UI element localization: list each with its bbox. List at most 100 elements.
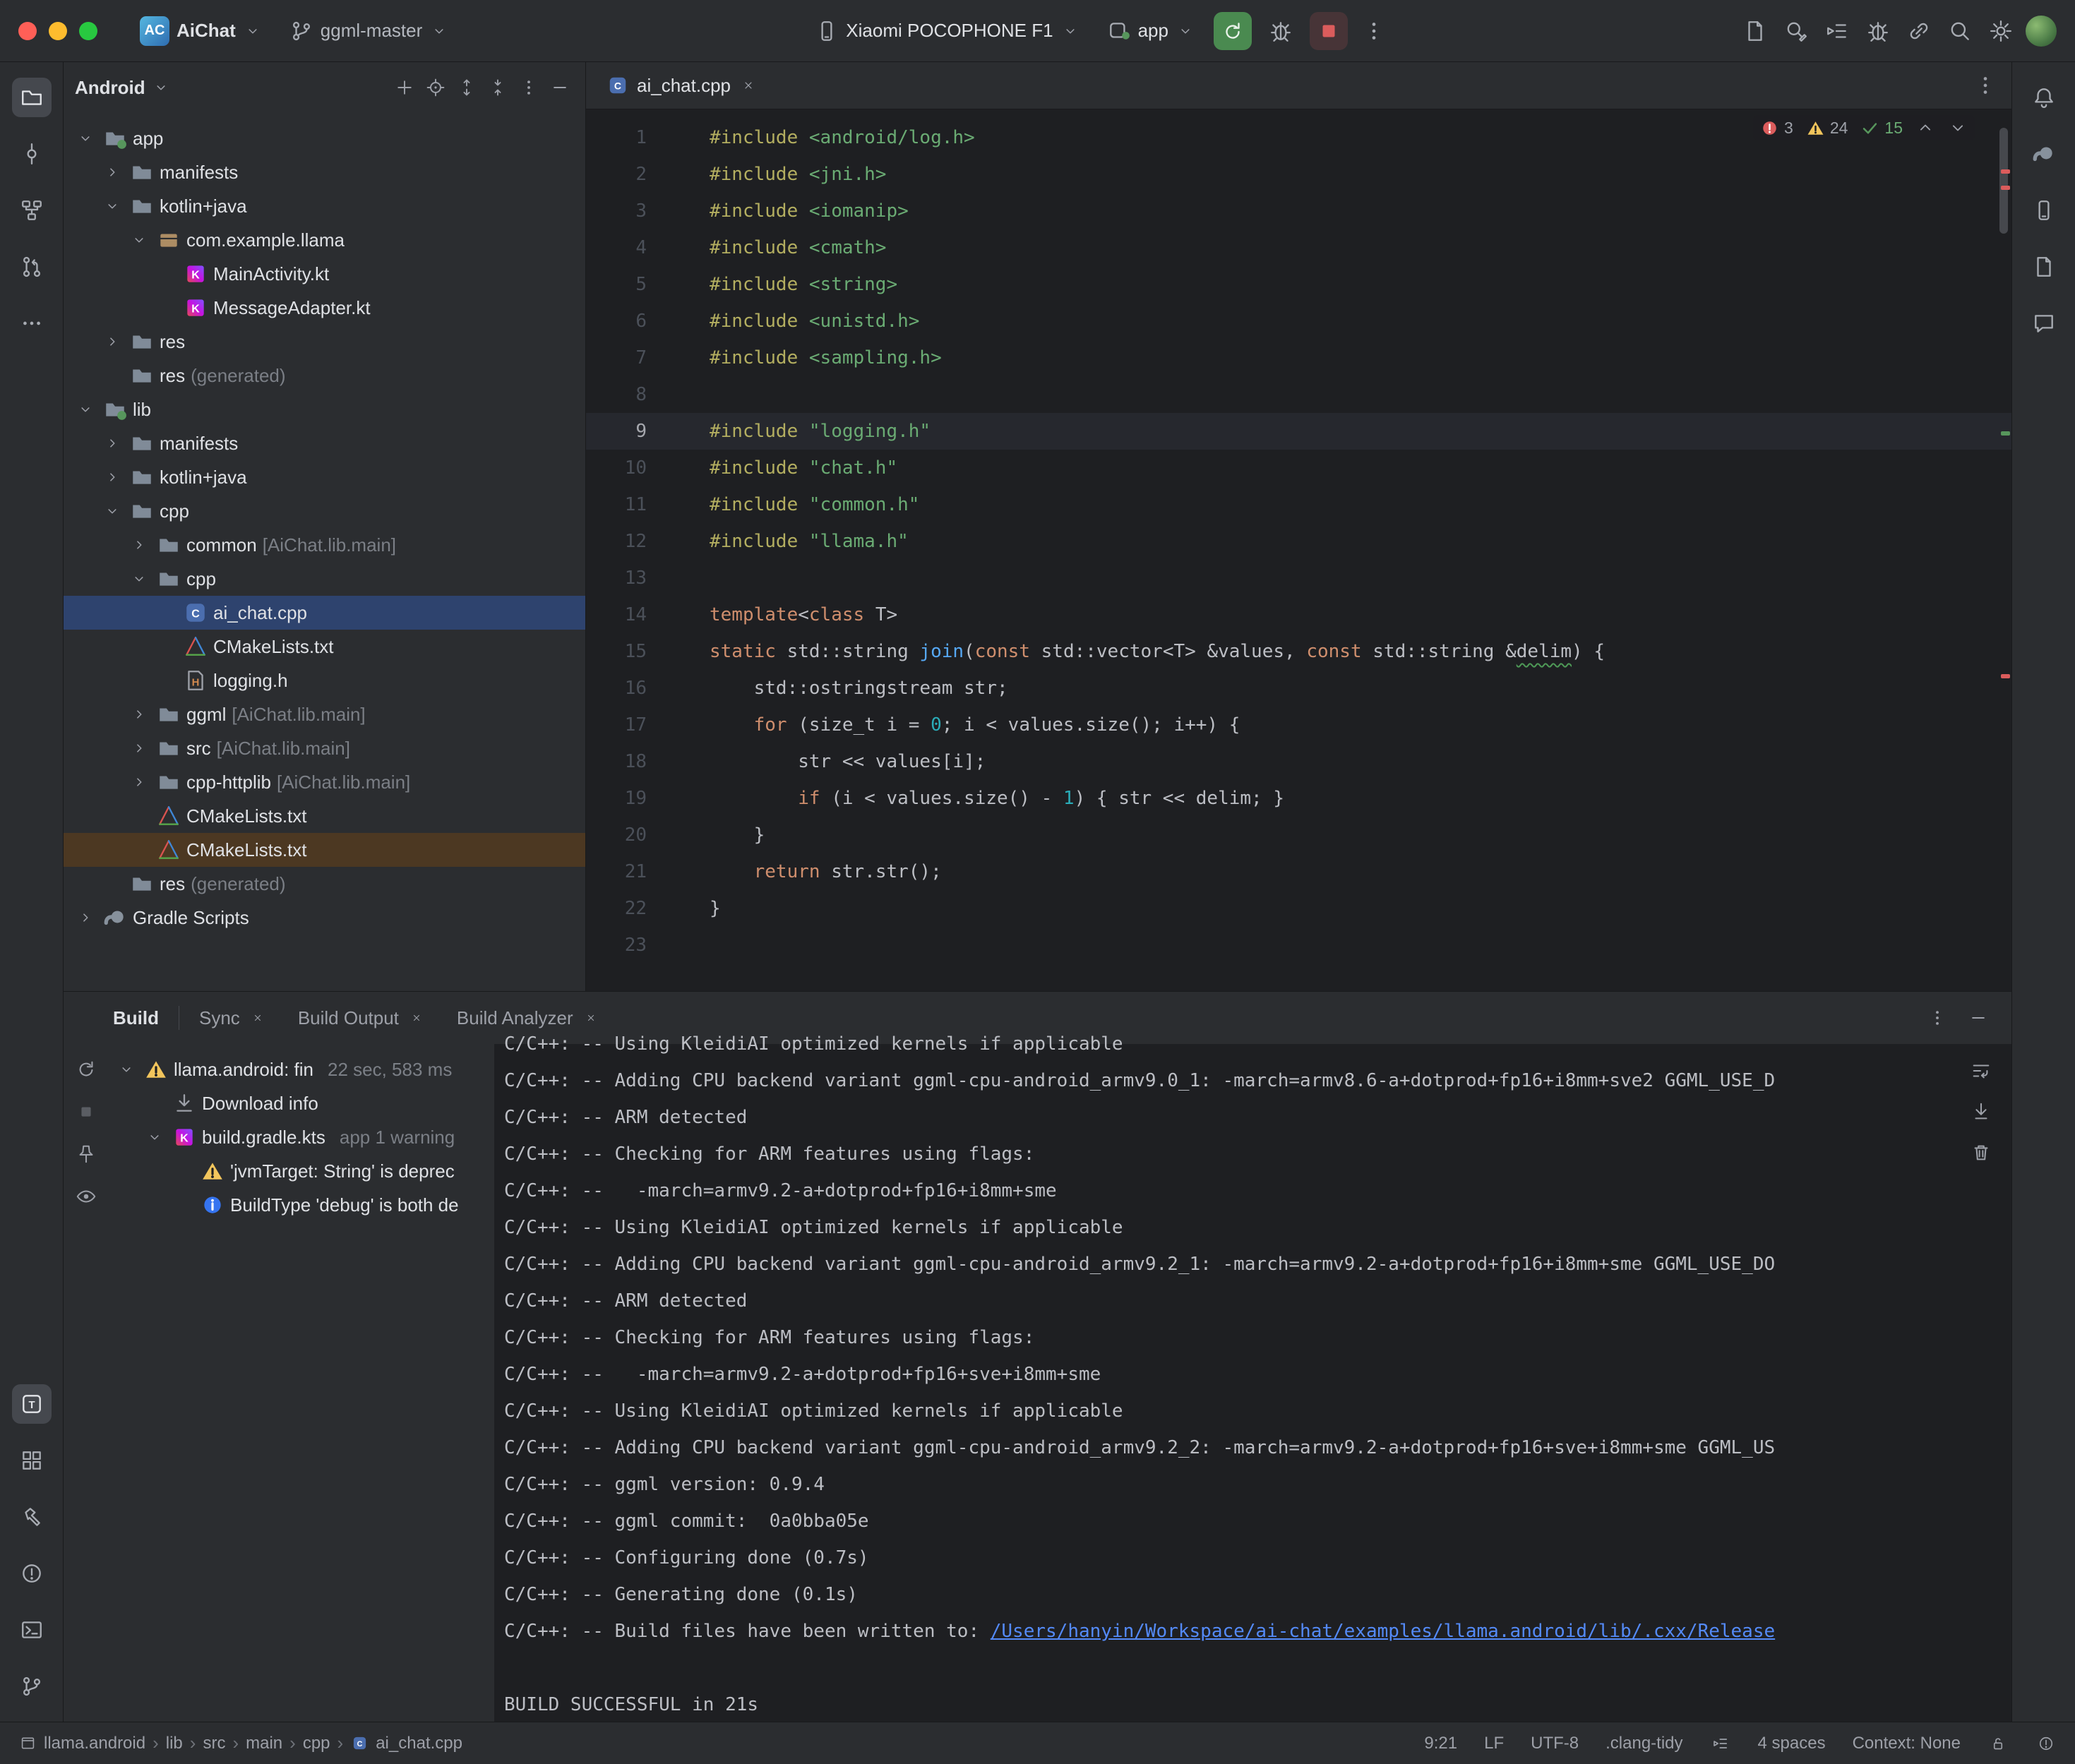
chevron-down-icon[interactable] bbox=[143, 1125, 167, 1149]
chevron-down-icon[interactable] bbox=[100, 499, 124, 523]
build-console[interactable]: C/C++: -- Using KleidiAI optimized kerne… bbox=[494, 1026, 1951, 1722]
chevron-down-icon[interactable] bbox=[127, 567, 151, 591]
expand-all-icon[interactable] bbox=[453, 73, 481, 102]
minimize-window-button[interactable] bbox=[49, 22, 67, 40]
more-run-options-button[interactable] bbox=[1358, 15, 1390, 47]
build-toolwindow-icon[interactable] bbox=[12, 1497, 52, 1537]
build-node-buildtype-info[interactable]: BuildType 'debug' is both de bbox=[109, 1188, 494, 1222]
line-number[interactable]: 12 bbox=[586, 523, 647, 560]
scroll-to-end-icon[interactable] bbox=[1968, 1099, 1994, 1124]
code-line-20[interactable]: 20 } bbox=[586, 817, 2011, 853]
running-devices-icon[interactable]: T bbox=[12, 1384, 52, 1424]
file-encoding[interactable]: UTF-8 bbox=[1531, 1734, 1579, 1753]
line-number[interactable]: 23 bbox=[586, 927, 647, 964]
editor-options-icon[interactable] bbox=[1973, 73, 1997, 97]
passed-count[interactable]: 15 bbox=[1860, 119, 1903, 138]
tree-item-logging-h[interactable]: Hlogging.h bbox=[64, 664, 585, 697]
breadcrumb-item-lib[interactable]: lib bbox=[166, 1734, 183, 1753]
add-icon[interactable] bbox=[390, 73, 419, 102]
debug-button[interactable] bbox=[1262, 12, 1300, 50]
line-number[interactable]: 8 bbox=[586, 376, 647, 413]
chevron-down-icon[interactable] bbox=[73, 126, 97, 150]
tree-item-gradle-scripts[interactable]: Gradle Scripts bbox=[64, 901, 585, 935]
code-line-14[interactable]: 14template<class T> bbox=[586, 596, 2011, 633]
line-number[interactable]: 17 bbox=[586, 707, 647, 743]
code-line-4[interactable]: 4#include <cmath> bbox=[586, 229, 2011, 266]
close-window-button[interactable] bbox=[18, 22, 37, 40]
line-number[interactable]: 6 bbox=[586, 303, 647, 340]
code-line-13[interactable]: 13 bbox=[586, 560, 2011, 596]
tree-item-manifests[interactable]: manifests bbox=[64, 155, 585, 189]
chevron-right-icon[interactable] bbox=[127, 770, 151, 794]
file-lock-icon[interactable] bbox=[1987, 1733, 2009, 1754]
close-tab-icon[interactable] bbox=[739, 76, 758, 95]
tree-item-common[interactable]: common [AiChat.lib.main] bbox=[64, 528, 585, 562]
line-number[interactable]: 2 bbox=[586, 156, 647, 193]
line-number[interactable]: 4 bbox=[586, 229, 647, 266]
more-toolwindows-icon[interactable] bbox=[12, 304, 52, 343]
problems-toolwindow-icon[interactable] bbox=[12, 1554, 52, 1593]
line-number[interactable]: 20 bbox=[586, 817, 647, 853]
chevron-down-icon[interactable] bbox=[127, 228, 151, 252]
tree-item-mainactivity-kt[interactable]: KMainActivity.kt bbox=[64, 257, 585, 291]
line-number[interactable]: 3 bbox=[586, 193, 647, 229]
code-line-11[interactable]: 11#include "common.h" bbox=[586, 486, 2011, 523]
tree-item-res[interactable]: res (generated) bbox=[64, 867, 585, 901]
chevron-right-icon[interactable] bbox=[73, 906, 97, 930]
zoom-window-button[interactable] bbox=[79, 22, 97, 40]
structure-toolwindow-icon[interactable] bbox=[12, 191, 52, 230]
code-line-23[interactable]: 23 bbox=[586, 927, 2011, 964]
version-control-icon[interactable] bbox=[12, 1667, 52, 1706]
error-stripe-mark[interactable] bbox=[2001, 169, 2010, 174]
settings-icon[interactable] bbox=[1985, 15, 2017, 47]
code-line-19[interactable]: 19 if (i < values.size() - 1) { str << d… bbox=[586, 780, 2011, 817]
tree-item-ggml[interactable]: ggml [AiChat.lib.main] bbox=[64, 697, 585, 731]
chevron-right-icon[interactable] bbox=[100, 431, 124, 455]
chevron-right-icon[interactable] bbox=[100, 465, 124, 489]
editor-scrollbar[interactable] bbox=[1999, 128, 2008, 234]
chevron-down-icon[interactable] bbox=[73, 397, 97, 421]
soft-wrap-icon[interactable] bbox=[1968, 1058, 1994, 1084]
close-tab-icon[interactable] bbox=[582, 1009, 600, 1027]
line-number[interactable]: 14 bbox=[586, 596, 647, 633]
error-count[interactable]: 3 bbox=[1760, 119, 1793, 138]
rerun-build-icon[interactable] bbox=[73, 1057, 99, 1082]
error-stripe-mark[interactable] bbox=[2001, 431, 2010, 436]
collapse-all-icon[interactable] bbox=[484, 73, 512, 102]
breadcrumb-item-src[interactable]: src bbox=[203, 1734, 225, 1753]
layout-inspector-icon[interactable] bbox=[2024, 247, 2064, 287]
line-number[interactable]: 22 bbox=[586, 890, 647, 927]
previous-problem-icon[interactable] bbox=[1915, 118, 1935, 138]
device-selector[interactable]: Xiaomi POCOPHONE F1 bbox=[806, 15, 1088, 47]
build-node-build-gradle-kts[interactable]: Kbuild.gradle.ktsapp 1 warning bbox=[109, 1120, 494, 1154]
tree-item-src[interactable]: src [AiChat.lib.main] bbox=[64, 731, 585, 765]
project-widget[interactable]: AC AiChat bbox=[131, 12, 271, 50]
tree-item-kotlin-java[interactable]: kotlin+java bbox=[64, 460, 585, 494]
project-toolwindow-icon[interactable] bbox=[12, 78, 52, 117]
terminal-toolwindow-icon[interactable] bbox=[12, 1610, 52, 1650]
build-node-jvmtarget-warning[interactable]: 'jvmTarget: String' is deprec bbox=[109, 1154, 494, 1188]
gradle-toolwindow-icon[interactable] bbox=[2024, 134, 2064, 174]
code-line-16[interactable]: 16 std::ostringstream str; bbox=[586, 670, 2011, 707]
build-node-llama-android[interactable]: llama.android: fin22 sec, 583 ms bbox=[109, 1052, 494, 1086]
tree-item-cmakelists-txt[interactable]: CMakeLists.txt bbox=[64, 833, 585, 867]
tree-item-cpp[interactable]: cpp bbox=[64, 494, 585, 528]
breadcrumb-item-main[interactable]: main bbox=[246, 1734, 282, 1753]
build-node-download-info[interactable]: Download info bbox=[109, 1086, 494, 1120]
code-line-8[interactable]: 8 bbox=[586, 376, 2011, 413]
pin-icon[interactable] bbox=[73, 1141, 99, 1167]
locate-file-icon[interactable] bbox=[421, 73, 450, 102]
build-tools-icon[interactable] bbox=[1862, 15, 1894, 47]
clear-console-icon[interactable] bbox=[1968, 1140, 1994, 1165]
inspections-widget[interactable]: 3 24 15 bbox=[1753, 115, 1975, 140]
line-number[interactable]: 15 bbox=[586, 633, 647, 670]
build-output-path-link[interactable]: /Users/hanyin/Workspace/ai-chat/examples… bbox=[991, 1621, 1775, 1642]
rerun-button[interactable] bbox=[1214, 12, 1252, 50]
chevron-right-icon[interactable] bbox=[127, 702, 151, 726]
line-number[interactable]: 18 bbox=[586, 743, 647, 780]
close-tab-icon[interactable] bbox=[407, 1009, 426, 1027]
stop-build-icon[interactable] bbox=[73, 1099, 99, 1124]
breadcrumb-item-llama-android[interactable]: llama.android bbox=[18, 1734, 145, 1753]
tree-item-kotlin-java[interactable]: kotlin+java bbox=[64, 189, 585, 223]
error-stripe-mark[interactable] bbox=[2001, 186, 2010, 190]
